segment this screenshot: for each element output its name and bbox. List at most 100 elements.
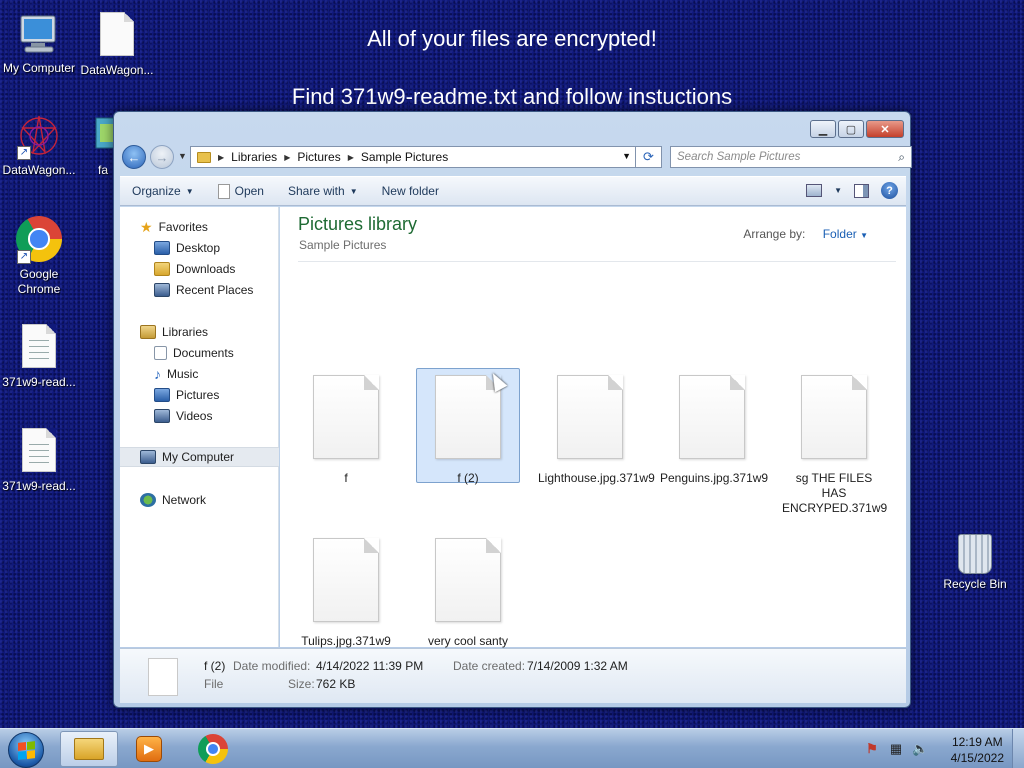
volume-icon[interactable]: 🔈 xyxy=(912,741,928,757)
search-icon[interactable]: ⌕ xyxy=(898,150,905,165)
breadcrumb-sample-pictures[interactable]: Sample Pictures xyxy=(361,150,448,164)
file-item[interactable]: Lighthouse.jpg.371w9 xyxy=(538,369,655,486)
organize-label: Organize xyxy=(132,184,181,198)
music-icon: ♪ xyxy=(154,366,161,382)
desktop-icon-label: DataWagon... xyxy=(2,163,76,177)
refresh-button[interactable]: ⟳ xyxy=(636,146,662,168)
share-with-button[interactable]: Share with ▼ xyxy=(276,184,370,198)
desktop-icon-recycle-bin[interactable]: Recycle Bin xyxy=(936,526,1014,592)
new-folder-button[interactable]: New folder xyxy=(370,184,451,198)
details-date-modified: 4/14/2022 11:39 PM xyxy=(316,659,424,673)
nav-pictures[interactable]: Pictures xyxy=(120,385,279,405)
clock-date: 4/15/2022 xyxy=(950,751,1004,765)
documents-icon xyxy=(154,346,167,360)
file-item[interactable]: Tulips.jpg.371w9 xyxy=(294,532,398,649)
search-input[interactable]: Search Sample Pictures ⌕ xyxy=(670,146,912,168)
organize-button[interactable]: Organize ▼ xyxy=(120,184,206,198)
pictures-icon xyxy=(154,388,170,402)
clock-time: 12:19 AM xyxy=(951,735,1003,749)
text-document-icon xyxy=(15,324,63,372)
library-subtitle: Sample Pictures xyxy=(299,238,387,252)
nav-libraries[interactable]: Libraries xyxy=(120,322,279,342)
start-button[interactable] xyxy=(8,732,44,768)
share-with-label: Share with xyxy=(287,184,345,198)
chevron-right-icon[interactable]: ▶ xyxy=(348,153,354,162)
file-item[interactable]: Penguins.jpg.371w9 xyxy=(660,369,768,486)
desktop-icon-label: fa xyxy=(98,163,109,177)
nav-label: Downloads xyxy=(176,262,236,276)
chevron-right-icon[interactable]: ▶ xyxy=(284,153,290,162)
open-label: Open xyxy=(234,184,264,198)
taskbar-explorer-button[interactable] xyxy=(60,731,118,767)
taskbar: ▶ ⚑ ▦ 🔈 12:19 AM 4/15/2022 xyxy=(0,728,1024,768)
address-dropdown-icon[interactable]: ▼ xyxy=(622,151,631,161)
windows-logo-icon xyxy=(17,740,35,760)
file-list-area: Pictures library Sample Pictures Arrange… xyxy=(280,207,906,663)
nav-music[interactable]: ♪ Music xyxy=(120,364,279,384)
chevron-down-icon: ▼ xyxy=(860,231,868,240)
forward-button[interactable]: → xyxy=(150,145,174,169)
nav-documents[interactable]: Documents xyxy=(120,343,279,363)
close-button[interactable]: ✕ xyxy=(866,120,904,138)
maximize-button[interactable]: ▢ xyxy=(838,120,864,138)
nav-network[interactable]: Network xyxy=(120,490,279,510)
nav-videos[interactable]: Videos xyxy=(120,406,279,426)
recent-pages-dropdown-icon[interactable]: ▼ xyxy=(178,151,187,161)
arrange-by-dropdown[interactable]: Folder ▼ xyxy=(823,227,868,241)
nav-favorites[interactable]: ★ Favorites xyxy=(120,217,279,237)
chrome-icon: ↗ xyxy=(15,216,63,264)
desktop-icon-partial[interactable]: fa xyxy=(78,112,118,178)
desktop-icon-datawagon-file[interactable]: DataWagon... xyxy=(78,10,156,78)
desktop-icon-label: DataWagon... xyxy=(80,63,154,77)
desktop-icon-datawagon-shortcut[interactable]: ↗ DataWagon... xyxy=(0,112,78,178)
file-item[interactable]: f xyxy=(294,369,398,486)
folder-icon xyxy=(74,738,104,760)
videos-icon xyxy=(154,409,170,423)
chevron-right-icon[interactable]: ▶ xyxy=(218,153,224,162)
preview-pane-icon[interactable] xyxy=(854,183,869,198)
document-icon xyxy=(93,12,141,60)
chevron-down-icon[interactable]: ▼ xyxy=(834,186,842,195)
details-file-type: File xyxy=(204,677,224,691)
details-date-created: 7/14/2009 1:32 AM xyxy=(527,659,628,673)
new-folder-label: New folder xyxy=(381,184,439,198)
nav-label: Network xyxy=(162,493,207,507)
file-name: f xyxy=(344,471,348,485)
desktop-icon-label: Recycle Bin xyxy=(943,577,1007,591)
divider xyxy=(298,261,896,262)
desktop-icon-label: 371w9-read... xyxy=(2,375,76,389)
taskbar-media-player-button[interactable]: ▶ xyxy=(120,731,178,767)
file-item[interactable]: very cool santy claus.jpg.371w9 xyxy=(416,532,520,664)
show-desktop-button[interactable] xyxy=(1012,729,1024,768)
network-tray-icon[interactable]: ▦ xyxy=(888,741,904,757)
breadcrumb-libraries[interactable]: Libraries xyxy=(231,150,277,164)
minimize-button[interactable]: ▁ xyxy=(810,120,836,138)
nav-recent-places[interactable]: Recent Places xyxy=(120,280,279,300)
desktop-icon-my-computer[interactable]: My Computer xyxy=(0,10,78,76)
file-item[interactable]: sg THE FILES HAS ENCRYPED.371w9 xyxy=(782,369,887,516)
nav-downloads[interactable]: Downloads xyxy=(120,259,279,279)
desktop-icon-google-chrome[interactable]: ↗ Google Chrome xyxy=(0,216,78,297)
address-bar[interactable]: ▶ Libraries ▶ Pictures ▶ Sample Pictures… xyxy=(190,146,636,168)
desktop-icon-readme-2[interactable]: 371w9-read... xyxy=(0,426,78,494)
chrome-icon xyxy=(198,734,228,764)
view-controls: ▼ ? xyxy=(806,182,898,199)
breadcrumb-pictures[interactable]: Pictures xyxy=(297,150,340,164)
clock[interactable]: 12:19 AM 4/15/2022 xyxy=(951,734,1004,766)
details-pane: f (2) Date modified: 4/14/2022 11:39 PM … xyxy=(120,648,906,703)
back-button[interactable]: ← xyxy=(122,145,146,169)
action-center-flag-icon[interactable]: ⚑ xyxy=(864,741,880,757)
details-size-label: Size: xyxy=(288,677,315,691)
file-name: Penguins.jpg.371w9 xyxy=(660,471,769,485)
nav-desktop[interactable]: Desktop xyxy=(120,238,279,258)
taskbar-chrome-button[interactable] xyxy=(184,731,242,767)
desktop-icon-readme-1[interactable]: 371w9-read... xyxy=(0,322,78,390)
nav-label: Documents xyxy=(173,346,234,360)
help-icon[interactable]: ? xyxy=(881,182,898,199)
nav-my-computer[interactable]: My Computer xyxy=(120,447,279,467)
nav-label: Desktop xyxy=(176,241,221,255)
star-icon: ★ xyxy=(140,219,153,235)
open-button[interactable]: Open xyxy=(206,183,276,199)
shortcut-arrow-icon: ↗ xyxy=(17,250,31,264)
change-view-icon[interactable] xyxy=(806,184,823,197)
